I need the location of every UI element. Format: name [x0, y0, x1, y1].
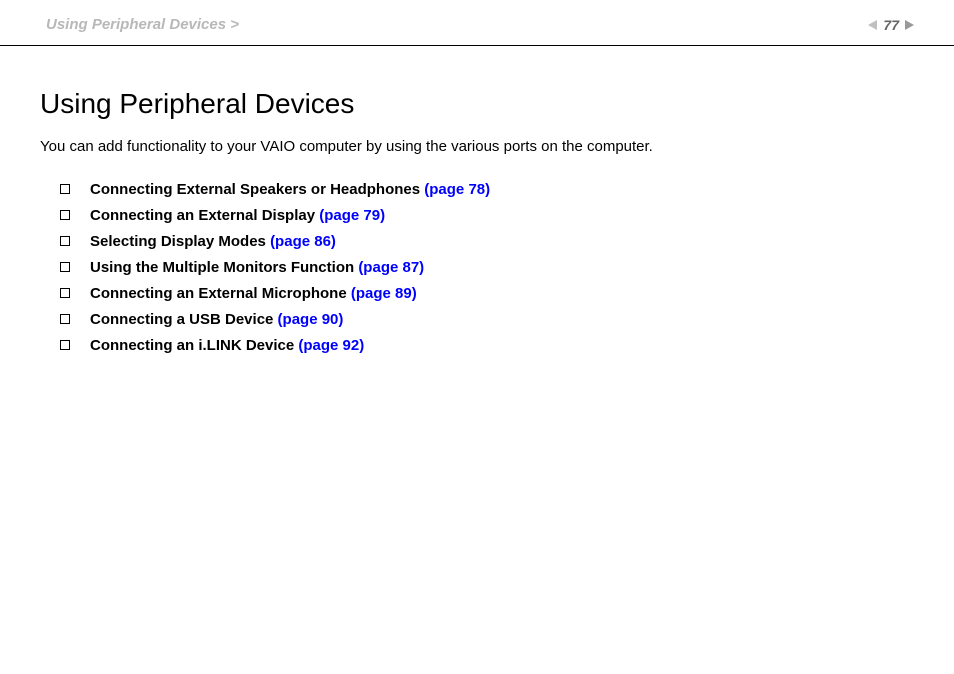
toc-item: Connecting an External Display (page 79)	[60, 207, 914, 224]
square-bullet-icon	[60, 236, 70, 246]
square-bullet-icon	[60, 340, 70, 350]
toc-item-title: Connecting External Speakers or Headphon…	[90, 181, 424, 198]
toc-item: Connecting an i.LINK Device (page 92)	[60, 337, 914, 354]
toc-item-title: Selecting Display Modes	[90, 233, 270, 250]
toc-item: Selecting Display Modes (page 86)	[60, 233, 914, 250]
square-bullet-icon	[60, 184, 70, 194]
toc-page-link[interactable]: (page 92)	[298, 337, 364, 354]
toc-item-title: Connecting an i.LINK Device	[90, 337, 298, 354]
square-bullet-icon	[60, 314, 70, 324]
toc-item-title: Connecting a USB Device	[90, 311, 278, 328]
toc-page-link[interactable]: (page 89)	[351, 285, 417, 302]
toc-item-title: Connecting an External Display	[90, 207, 319, 224]
toc-item-title: Connecting an External Microphone	[90, 285, 351, 302]
breadcrumb: Using Peripheral Devices >	[46, 16, 239, 33]
next-page-arrow-icon[interactable]	[905, 20, 914, 30]
toc-item: Connecting a USB Device (page 90)	[60, 311, 914, 328]
toc-item: Connecting External Speakers or Headphon…	[60, 181, 914, 198]
toc-page-link[interactable]: (page 78)	[424, 181, 490, 198]
toc-page-link[interactable]: (page 79)	[319, 207, 385, 224]
square-bullet-icon	[60, 210, 70, 220]
page-number: 77	[883, 17, 899, 33]
page-header: Using Peripheral Devices > 77	[0, 0, 954, 45]
toc-page-link[interactable]: (page 86)	[270, 233, 336, 250]
toc-item: Using the Multiple Monitors Function (pa…	[60, 259, 914, 276]
page-title: Using Peripheral Devices	[40, 88, 914, 120]
toc-item: Connecting an External Microphone (page …	[60, 285, 914, 302]
square-bullet-icon	[60, 262, 70, 272]
toc-page-link[interactable]: (page 87)	[358, 259, 424, 276]
page-nav: 77	[868, 17, 914, 33]
toc-page-link[interactable]: (page 90)	[278, 311, 344, 328]
square-bullet-icon	[60, 288, 70, 298]
prev-page-arrow-icon[interactable]	[868, 20, 877, 30]
page-content: Using Peripheral Devices You can add fun…	[0, 46, 954, 354]
toc-item-title: Using the Multiple Monitors Function	[90, 259, 358, 276]
intro-text: You can add functionality to your VAIO c…	[40, 138, 914, 155]
toc-list: Connecting External Speakers or Headphon…	[40, 181, 914, 354]
